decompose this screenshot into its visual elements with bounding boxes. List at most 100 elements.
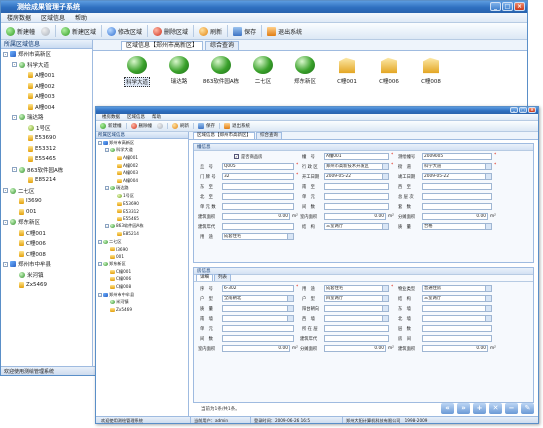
balcony-select[interactable] — [324, 305, 389, 312]
finish-date-picker[interactable]: 2009-05-22 — [422, 173, 492, 180]
house-indoor-area-field[interactable]: 0.00 — [222, 345, 290, 352]
area-grid-item[interactable]: 863软件园A栋 — [203, 56, 239, 87]
tab-area-info[interactable]: 区域信息【郑州市高新区】 — [193, 132, 255, 139]
add-record-button[interactable]: + — [473, 403, 486, 414]
delete-record-button[interactable]: ✕ — [489, 403, 502, 414]
tab-list[interactable]: 列表 — [214, 274, 231, 281]
tree-node[interactable]: E85214 — [96, 230, 188, 238]
usage-select[interactable]: 成套住宅 — [222, 233, 294, 240]
tree-node[interactable]: - 郑州市中牟县 — [96, 291, 188, 299]
tree-node[interactable]: Zx5469 — [1, 280, 92, 291]
tab-query[interactable]: 综合查询 — [256, 132, 282, 139]
tab-detail[interactable]: 详细 — [196, 274, 213, 281]
tree-node[interactable]: 米河镇 — [96, 298, 188, 306]
tree-node[interactable]: - 瑞达路 — [1, 112, 92, 123]
toolbar-button-4[interactable]: 刷新 — [197, 23, 224, 39]
south-field[interactable] — [324, 183, 389, 190]
collapse-toggle-icon[interactable]: - — [98, 239, 102, 244]
minimize-button[interactable]: _ — [510, 107, 518, 113]
room-count-field[interactable] — [324, 203, 389, 210]
structure-select[interactable]: 三室两厅 — [324, 223, 389, 230]
area-grid-item[interactable]: C幢006 — [371, 56, 407, 87]
collapse-toggle-icon[interactable]: - — [98, 140, 102, 145]
collapse-toggle-icon[interactable]: - — [105, 186, 109, 191]
tree-node[interactable]: E53690 — [1, 133, 92, 144]
layout-select[interactable]: 四室两厅 — [324, 295, 389, 302]
tree-node[interactable]: A幢003 — [96, 169, 188, 177]
tree-node[interactable]: E55465 — [1, 154, 92, 165]
floor-area-field[interactable]: 0.00 — [222, 213, 290, 220]
quality-select[interactable]: 合格 — [422, 223, 492, 230]
toolbar-button-2[interactable]: 修改区域 — [105, 23, 144, 39]
east-field[interactable] — [222, 183, 294, 190]
survey-building-no-field[interactable]: 2009005 — [422, 153, 492, 160]
room-field[interactable] — [422, 335, 492, 342]
tree-node[interactable]: - 863软件园A栋 — [96, 223, 188, 231]
maximize-button[interactable]: □ — [502, 2, 513, 11]
unit-field[interactable] — [324, 193, 389, 200]
north-field[interactable] — [222, 193, 294, 200]
tree-node[interactable]: - 郑东新区 — [1, 217, 92, 228]
tree-node[interactable]: - 郑州市高新区 — [1, 49, 92, 60]
tree-node[interactable]: 1号区 — [1, 123, 92, 134]
orientation-select[interactable]: 全南朝北 — [222, 295, 294, 302]
collapse-toggle-icon[interactable]: - — [12, 114, 17, 120]
house-no-field[interactable]: 6-302 — [222, 285, 294, 292]
minimize-button[interactable]: _ — [490, 2, 501, 11]
collapse-toggle-icon[interactable]: - — [3, 219, 8, 225]
tree-node[interactable]: C幢008 — [1, 249, 92, 260]
tree-node[interactable]: - 郑州市高新区 — [96, 139, 188, 147]
floor-field[interactable] — [324, 325, 389, 332]
house-usage-select[interactable]: 成套住宅 — [324, 285, 389, 292]
tree-node[interactable]: C幢006 — [96, 276, 188, 284]
tree-node[interactable]: I3690 — [96, 245, 188, 253]
tree-node[interactable]: - 郑东新区 — [96, 261, 188, 269]
tree-node[interactable]: - 科学大道 — [1, 60, 92, 71]
tree-node[interactable]: 001 — [1, 207, 92, 218]
remove-record-button[interactable]: − — [505, 403, 518, 414]
house-structure-select[interactable]: 三室两厅 — [422, 295, 492, 302]
tree-node[interactable]: A幢001 — [96, 154, 188, 162]
tree-node[interactable]: C幢006 — [1, 238, 92, 249]
toolbar-button-0[interactable]: 新建幢 — [98, 121, 124, 131]
area-grid-item[interactable]: 科学大道 — [119, 56, 155, 87]
commercial-checkbox[interactable]: ✓ — [234, 154, 239, 159]
close-button[interactable]: × — [514, 2, 525, 11]
tree-node[interactable]: Zx5469 — [96, 306, 188, 314]
toolbar-button-5[interactable]: 保存 — [231, 23, 258, 39]
menu-building-data[interactable]: 楼房数据 — [7, 13, 31, 22]
east-wall-select[interactable] — [422, 305, 492, 312]
building-no-field[interactable]: A幢001 — [324, 153, 389, 160]
tree-node[interactable]: 1号区 — [96, 192, 188, 200]
toolbar-button-1[interactable]: 新建区域 — [59, 23, 98, 39]
collapse-toggle-icon[interactable]: - — [12, 167, 17, 173]
collapse-toggle-icon[interactable]: - — [98, 292, 102, 297]
tree-node[interactable]: A幢003 — [1, 91, 92, 102]
collapse-toggle-icon[interactable]: - — [105, 148, 109, 153]
tree-node[interactable]: A幢002 — [1, 81, 92, 92]
collapse-toggle-icon[interactable]: - — [12, 62, 17, 68]
toolbar-button-6[interactable]: 退出系统 — [265, 23, 304, 39]
house-quality-select[interactable] — [222, 305, 294, 312]
title-bar[interactable]: _ □ × — [96, 107, 538, 114]
tree-node[interactable]: - 瑞达路 — [96, 185, 188, 193]
tab-area-info[interactable]: 区域信息【郑州市高新区】 — [121, 41, 204, 50]
house-floor-area-field[interactable]: 0.00 — [422, 345, 488, 352]
north-wall-select[interactable] — [422, 315, 492, 322]
tree-node[interactable]: 001 — [96, 253, 188, 261]
west-field[interactable] — [422, 183, 492, 190]
next-record-button[interactable]: » — [457, 403, 470, 414]
collapse-toggle-icon[interactable]: - — [105, 224, 109, 229]
tree-node[interactable]: C幢001 — [96, 268, 188, 276]
tab-query[interactable]: 综合查询 — [205, 41, 240, 50]
toolbar-button-1[interactable]: 删除幢 — [129, 121, 155, 131]
house-room-count-field[interactable] — [222, 335, 294, 342]
menu-help[interactable]: 帮助 — [75, 13, 87, 22]
tree-node[interactable]: A幢001 — [1, 70, 92, 81]
total-floors-field[interactable] — [422, 193, 492, 200]
area-grid-item[interactable]: 郑东新区 — [287, 56, 323, 87]
south-wall-select[interactable] — [222, 315, 294, 322]
tree-node[interactable]: E53312 — [96, 207, 188, 215]
house-unit-field[interactable] — [222, 325, 294, 332]
parcel-no-field[interactable]: Q005 — [222, 163, 294, 170]
